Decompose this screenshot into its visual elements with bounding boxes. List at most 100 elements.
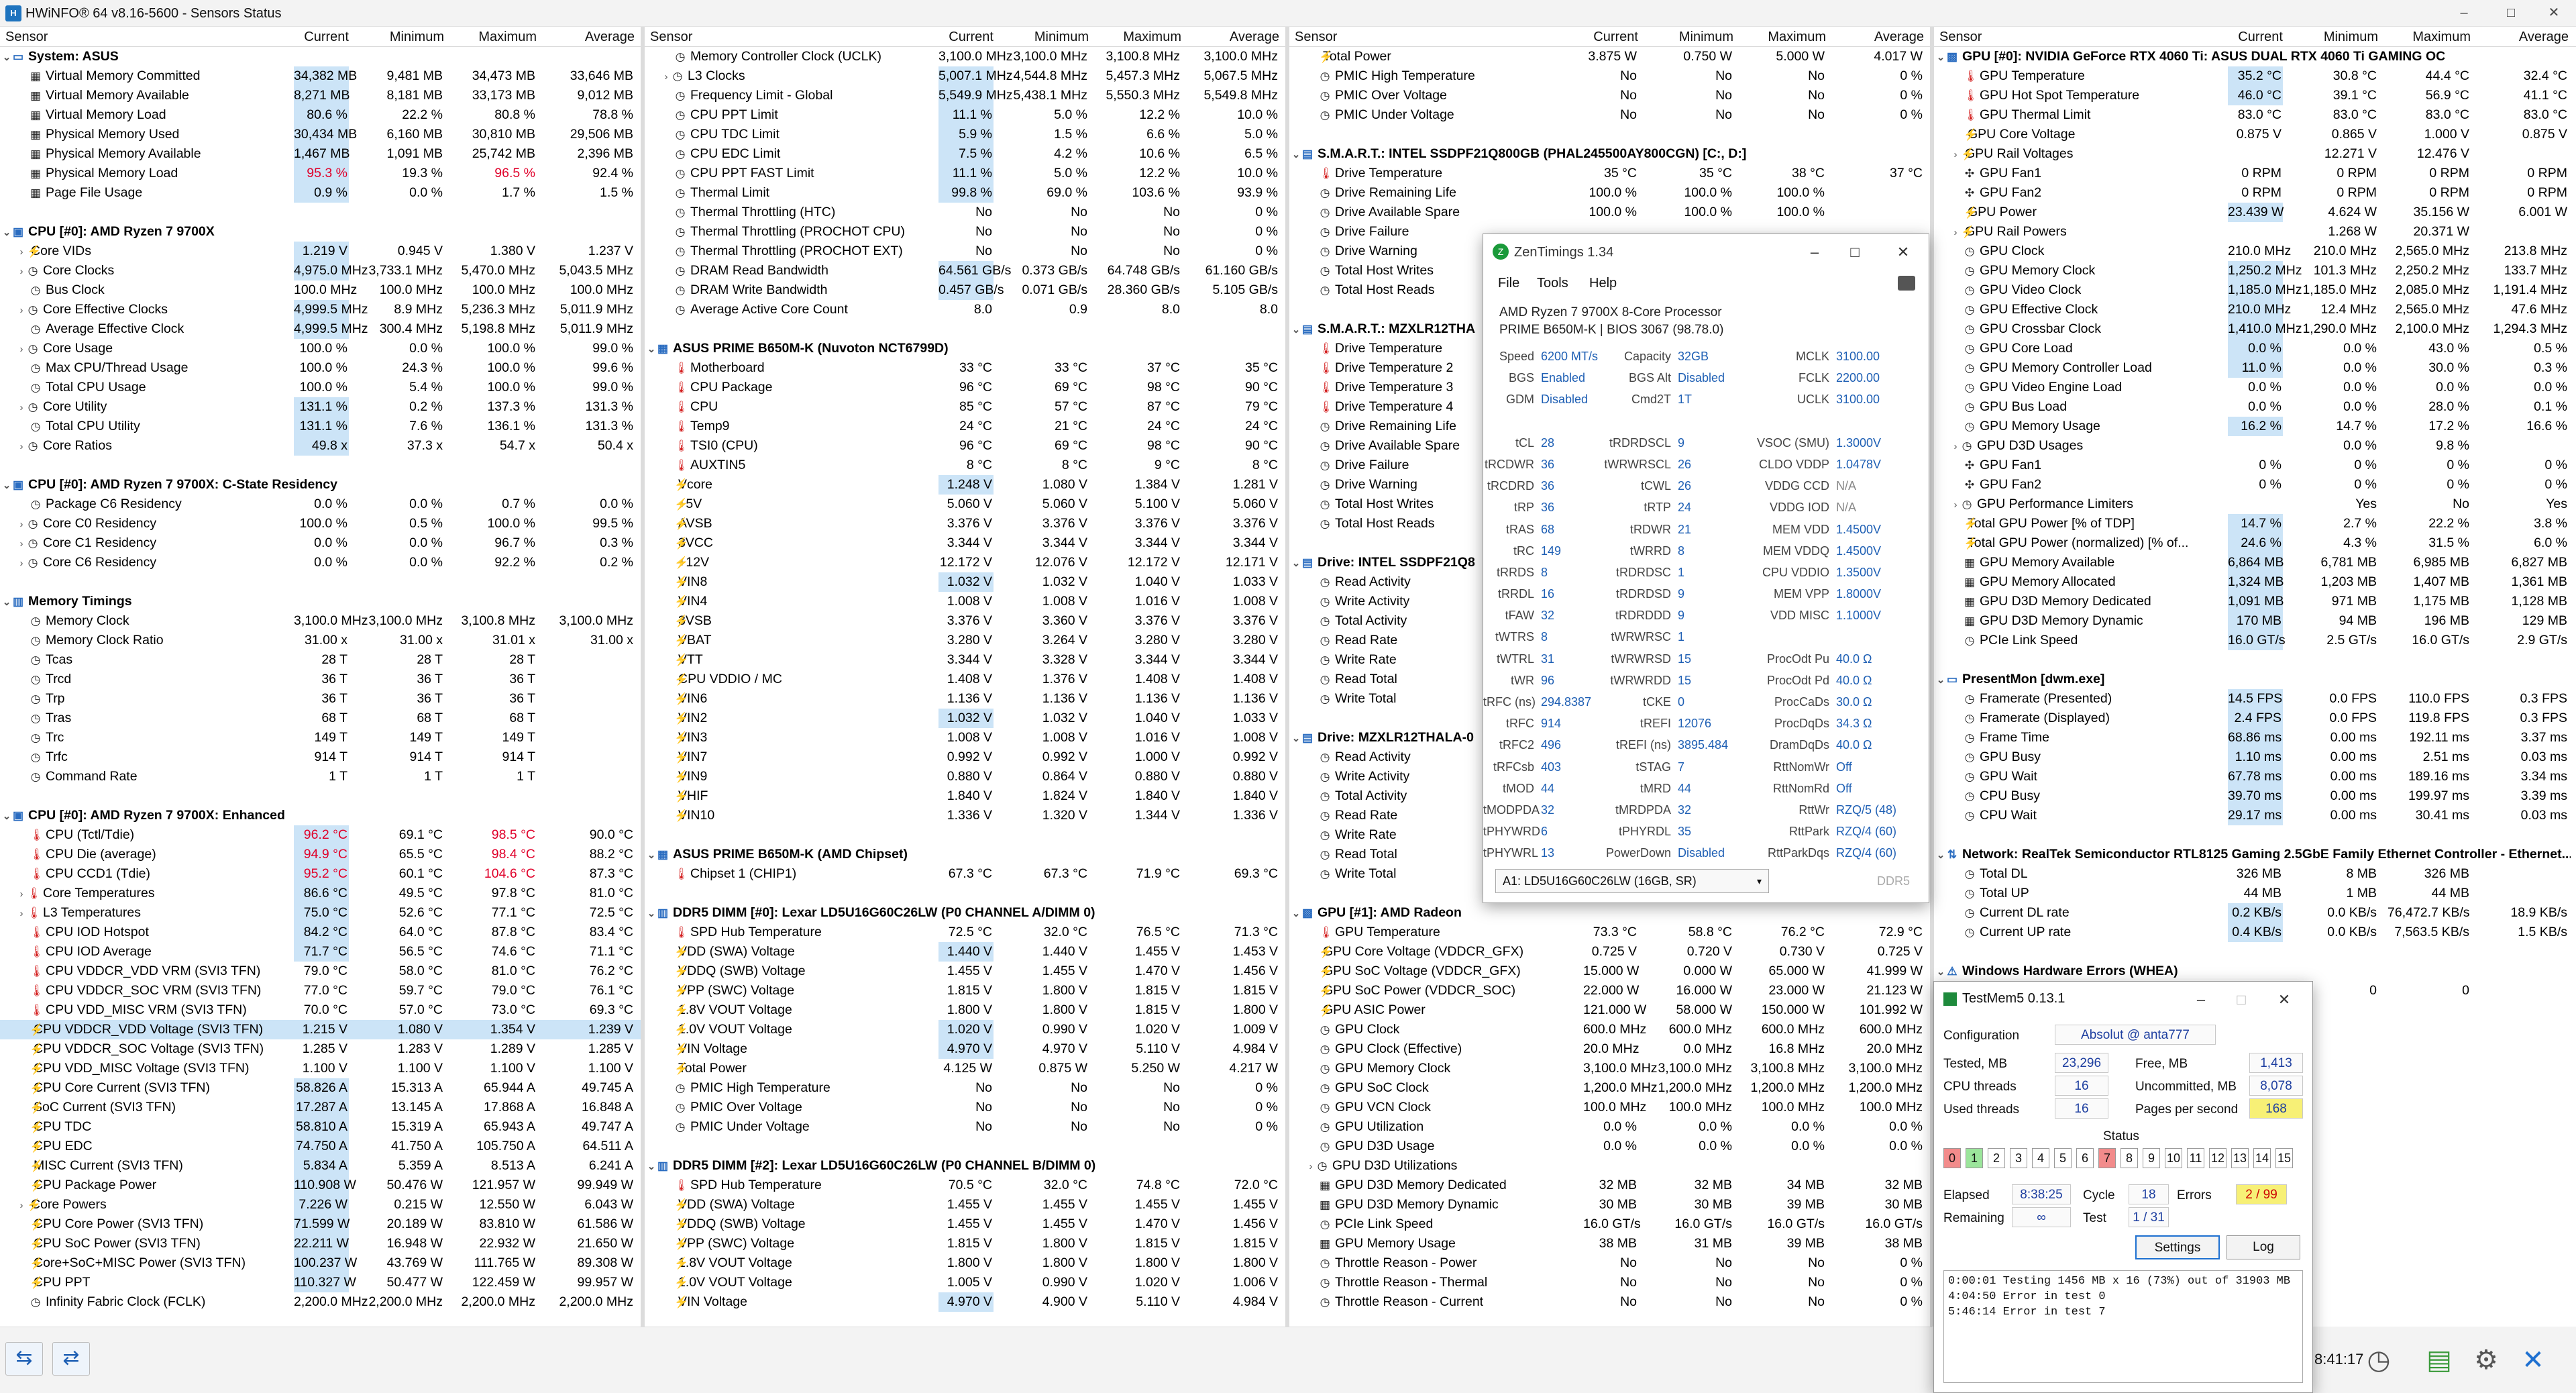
chevron-down-icon[interactable]: ⌄ bbox=[1291, 729, 1301, 748]
column-header[interactable]: Sensor Current Minimum Maximum Average bbox=[645, 27, 1285, 47]
sensor-row[interactable]: ⚡ VIN2 1.032 V 1.032 V 1.040 V 1.033 V bbox=[645, 709, 1285, 728]
sensor-row[interactable]: ◷ CPU EDC Limit 7.5 % 4.2 % 10.6 % 6.5 % bbox=[645, 144, 1285, 164]
sensor-row[interactable]: ⚡ VBAT 3.280 V 3.264 V 3.280 V 3.280 V bbox=[645, 631, 1285, 650]
sensor-row[interactable]: ⚡ CPU SoC Power (SVI3 TFN) 22.211 W 16.948 … bbox=[0, 1234, 641, 1253]
sensor-row[interactable]: ◷ Throttle Reason - Current No No No 0 % bbox=[1289, 1292, 1930, 1312]
close-x-icon[interactable]: ✕ bbox=[2516, 1343, 2551, 1378]
sensor-group[interactable]: ⌄ ▥ DDR5 DIMM [#0]: Lexar LD5U16G60C26LW (… bbox=[645, 903, 1285, 923]
sensor-row[interactable]: ◷ Throttle Reason - Thermal No No No 0 % bbox=[1289, 1273, 1930, 1292]
sensor-row[interactable]: 🌡 CPU Package 96 °C 69 °C 98 °C 90 °C bbox=[645, 378, 1285, 397]
sensor-row[interactable]: › 🌡 L3 Temperatures 75.0 °C 52.6 °C 77.1 °C 72… bbox=[0, 903, 641, 923]
sensor-row[interactable]: ⚡ +12V 12.172 V 12.076 V 12.172 V 12.171 V bbox=[645, 553, 1285, 572]
testmem5-minimize-button[interactable]: – bbox=[2182, 987, 2220, 1013]
sensor-row[interactable]: ◷ GPU Busy 1.10 ms 0.00 ms 2.51 ms 0.03 ms bbox=[1934, 747, 2576, 767]
header-current[interactable]: Current bbox=[1593, 29, 1638, 45]
chevron-down-icon[interactable]: ⌄ bbox=[1, 807, 12, 826]
sensor-row[interactable]: ✣ GPU Fan2 0 % 0 % 0 % 0 % bbox=[1934, 475, 2576, 495]
sensor-row[interactable]: ⚡ Total GPU Power (normalized) [% of... 24… bbox=[1934, 533, 2576, 553]
sensor-row[interactable]: ◷ Total DL 326 MB 8 MB 326 MB bbox=[1934, 864, 2576, 884]
sensor-row[interactable]: ⚡ CPU Core Power (SVI3 TFN) 71.599 W 20.189… bbox=[0, 1215, 641, 1234]
sensor-row[interactable]: ⚡ SoC Current (SVI3 TFN) 17.287 A 13.145 A1… bbox=[0, 1098, 641, 1117]
sensor-row[interactable]: ◷ GPU Crossbar Clock 1,410.0 MHz 1,290.0 MH… bbox=[1934, 319, 2576, 339]
zentimings-close-button[interactable]: ✕ bbox=[1883, 240, 1923, 265]
sensor-row[interactable]: ▦ GPU D3D Memory Dedicated 32 MB 32 MB 34 MB… bbox=[1289, 1176, 1930, 1195]
sensor-row[interactable]: ⚡ VDDQ (SWB) Voltage 1.455 V 1.455 V 1.470 V… bbox=[645, 962, 1285, 981]
sensor-row[interactable]: ◷ Trp 36 T 36 T 36 T bbox=[0, 689, 641, 709]
chevron-right-icon[interactable]: › bbox=[16, 340, 27, 359]
sensor-group[interactable]: ⌄ ▭ System: ASUS bbox=[0, 47, 641, 66]
sensor-group[interactable]: ⌄ ▥ Memory Timings bbox=[0, 592, 641, 611]
sensor-group[interactable]: ⌄ ▣ CPU [#0]: AMD Ryzen 7 9700X bbox=[0, 222, 641, 242]
sensor-row[interactable]: ◷ Trcd 36 T 36 T 36 T bbox=[0, 670, 641, 689]
sensor-row[interactable]: ◷ Throttle Reason - Power No No No 0 % bbox=[1289, 1253, 1930, 1273]
chevron-right-icon[interactable]: › bbox=[16, 554, 27, 573]
column-header[interactable]: Sensor Current Minimum Maximum Average bbox=[1289, 27, 1930, 47]
sensor-row[interactable]: ⚡ +5V 5.060 V 5.060 V 5.100 V 5.060 V bbox=[645, 495, 1285, 514]
sensor-row[interactable]: ◷ Trc 149 T 149 T 149 T bbox=[0, 728, 641, 747]
sensor-row[interactable]: › ⚡ GPU Rail Powers 1.268 W 20.371 W bbox=[1934, 222, 2576, 242]
chevron-right-icon[interactable]: › bbox=[16, 242, 27, 262]
sensor-row[interactable]: ⚡ VIN4 1.008 V 1.008 V 1.016 V 1.008 V bbox=[645, 592, 1285, 611]
header-average[interactable]: Average bbox=[585, 29, 635, 45]
sensor-row[interactable]: ◷ Drive Remaining Life 100.0 % 100.0 % 100.0… bbox=[1289, 183, 1930, 203]
sensor-row[interactable]: 🌡 Motherboard 33 °C 33 °C 37 °C 35 °C bbox=[645, 358, 1285, 378]
sensor-row[interactable]: ◷ PMIC Over Voltage No No No 0 % bbox=[645, 1098, 1285, 1117]
sensor-group[interactable]: ⌄ ▩ GPU [#0]: NVIDIA GeForce RTX 4060 Ti: … bbox=[1934, 47, 2576, 66]
sensor-group[interactable]: ⌄ ▭ PresentMon [dwm.exe] bbox=[1934, 670, 2576, 689]
sensor-group[interactable]: ⌄ ▤ S.M.A.R.T.: INTEL SSDPF21Q800GB (PHAL2… bbox=[1289, 144, 1930, 164]
log-output[interactable]: 0:00:01 Testing 1456 MB x 16 (73%) out o… bbox=[1943, 1270, 2303, 1383]
sensor-row[interactable]: ◷ GPU SoC Clock 1,200.0 MHz 1,200.0 MHz 1,20… bbox=[1289, 1078, 1930, 1098]
sensor-group[interactable]: ⌄ ▥ DDR5 DIMM [#2]: Lexar LD5U16G60C26LW (… bbox=[645, 1156, 1285, 1176]
chevron-right-icon[interactable]: › bbox=[16, 262, 27, 281]
sensor-group[interactable]: ⌄ ▣ CPU [#0]: AMD Ryzen 7 9700X: C-State R… bbox=[0, 475, 641, 495]
sensor-row[interactable]: ◷ Command Rate 1 T1 T1 T bbox=[0, 767, 641, 786]
header-minimum[interactable]: Minimum bbox=[1034, 29, 1089, 45]
chevron-down-icon[interactable]: ⌄ bbox=[1935, 48, 1946, 67]
sensor-row[interactable]: ◷ GPU Video Engine Load 0.0 % 0.0 % 0.0 % 0.0… bbox=[1934, 378, 2576, 397]
sensor-row[interactable]: 🌡 CPU IOD Average 71.7 °C 56.5 °C 74.6 °C 71.… bbox=[0, 942, 641, 962]
sensor-row[interactable]: 🌡 GPU Thermal Limit 83.0 °C 83.0 °C 83.0 °C 8… bbox=[1934, 105, 2576, 125]
sensor-row[interactable]: ▦ GPU D3D Memory Dedicated 1,091 MB 971 MB 1… bbox=[1934, 592, 2576, 611]
chevron-right-icon[interactable]: › bbox=[1950, 223, 1961, 242]
header-minimum[interactable]: Minimum bbox=[2324, 29, 2378, 45]
chevron-down-icon[interactable]: ⌄ bbox=[1291, 320, 1301, 340]
sensor-row[interactable]: › ◷ Core C6 Residency 0.0 % 0.0 % 92.2 % 0.2 % bbox=[0, 553, 641, 572]
header-sensor[interactable]: Sensor bbox=[1939, 29, 1982, 45]
sensor-row[interactable]: ⚡ CPU PPT 110.327 W 50.477 W 122.459 W 99.957… bbox=[0, 1273, 641, 1292]
chevron-right-icon[interactable]: › bbox=[16, 884, 27, 904]
sensor-row[interactable]: ◷ GPU Memory Controller Load 11.0 % 0.0 % 30… bbox=[1934, 358, 2576, 378]
header-average[interactable]: Average bbox=[2519, 29, 2569, 45]
settings-button[interactable]: Settings bbox=[2135, 1235, 2220, 1259]
sensor-row[interactable]: ⚡ VIN8 1.032 V 1.032 V 1.040 V 1.033 V bbox=[645, 572, 1285, 592]
sensor-row[interactable]: ◷ DRAM Write Bandwidth 0.457 GB/s 0.071 GB/… bbox=[645, 280, 1285, 300]
sensor-group[interactable]: ⌄ ⇅ Network: RealTek Semiconductor RTL8125… bbox=[1934, 845, 2576, 864]
sensor-row[interactable]: ▦ GPU D3D Memory Dynamic 30 MB 30 MB 39 MB 30… bbox=[1289, 1195, 1930, 1215]
sensor-row[interactable]: ◷ Max CPU/Thread Usage 100.0 % 24.3 % 100.0 … bbox=[0, 358, 641, 378]
sensor-group[interactable]: ⌄ ▦ ASUS PRIME B650M-K (AMD Chipset) bbox=[645, 845, 1285, 864]
sensor-row[interactable]: ◷ Thermal Throttling (HTC) No No No 0 % bbox=[645, 203, 1285, 222]
sensor-row[interactable]: ◷ GPU Clock 600.0 MHz 600.0 MHz 600.0 MHz 600… bbox=[1289, 1020, 1930, 1039]
sensor-row[interactable]: ◷ GPU VCN Clock 100.0 MHz 100.0 MHz 100.0 MH… bbox=[1289, 1098, 1930, 1117]
sensor-row[interactable]: 🌡 SPD Hub Temperature 72.5 °C 32.0 °C 76.5 °… bbox=[645, 923, 1285, 942]
column-header[interactable]: Sensor Current Minimum Maximum Average bbox=[0, 27, 641, 47]
sensor-row[interactable]: ◷ GPU Video Clock 1,185.0 MHz 1,185.0 MHz 2,… bbox=[1934, 280, 2576, 300]
sensor-row[interactable]: › ◷ Core C1 Residency 0.0 % 0.0 % 96.7 % 0.3 % bbox=[0, 533, 641, 553]
sensor-row[interactable]: › ◷ GPU D3D Utilizations bbox=[1289, 1156, 1930, 1176]
menu-file[interactable]: File bbox=[1498, 276, 1519, 291]
sensor-row[interactable]: ◷ Tras 68 T 68 T 68 T bbox=[0, 709, 641, 728]
sensor-row[interactable]: ◷ Package C6 Residency 0.0 % 0.0 % 0.7 % 0.0 … bbox=[0, 495, 641, 514]
chevron-down-icon[interactable]: ⌄ bbox=[1291, 145, 1301, 164]
menu-help[interactable]: Help bbox=[1589, 276, 1617, 291]
sensor-row[interactable]: ◷ Average Effective Clock 4,999.5 MHz 300.4… bbox=[0, 319, 641, 339]
sensor-row[interactable]: ⚡ CPU Core Current (SVI3 TFN) 58.826 A 15.3… bbox=[0, 1078, 641, 1098]
header-maximum[interactable]: Maximum bbox=[2412, 29, 2471, 45]
sensor-row[interactable]: ◷ Total CPU Usage 100.0 % 5.4 % 100.0 % 99.0 … bbox=[0, 378, 641, 397]
header-average[interactable]: Average bbox=[1874, 29, 1924, 45]
sensor-row[interactable]: ⚡ CPU EDC 74.750 A 41.750 A 105.750 A 64.511 … bbox=[0, 1137, 641, 1156]
sensor-row[interactable]: ◷ CPU PPT Limit 11.1 % 5.0 % 12.2 % 10.0 % bbox=[645, 105, 1285, 125]
sensor-row[interactable]: ◷ GPU D3D Usage 0.0 % 0.0 % 0.0 % 0.0 % bbox=[1289, 1137, 1930, 1156]
sensor-row[interactable]: ◷ GPU Clock 210.0 MHz 210.0 MHz 2,565.0 MHz 2… bbox=[1934, 242, 2576, 261]
screenshot-camera-icon[interactable] bbox=[1898, 276, 1915, 291]
sensor-row[interactable]: 🌡 CPU 85 °C 57 °C 87 °C 79 °C bbox=[645, 397, 1285, 417]
sensor-row[interactable]: ◷ PCIe Link Speed 16.0 GT/s 2.5 GT/s 16.0 GT… bbox=[1934, 631, 2576, 650]
